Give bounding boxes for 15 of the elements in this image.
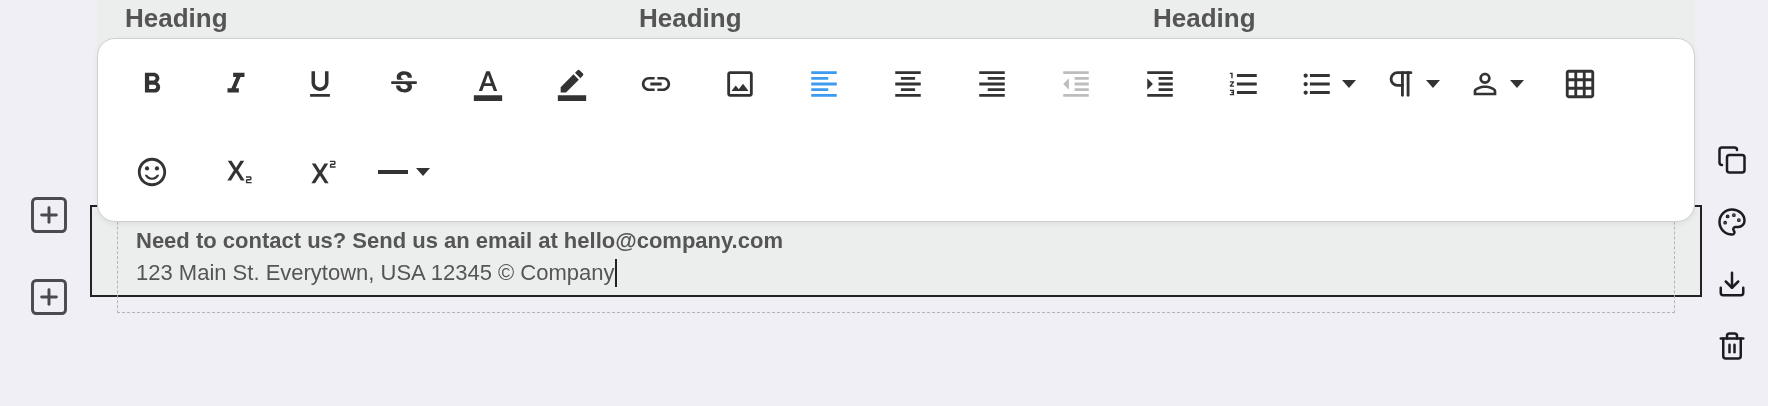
duplicate-button[interactable] — [1716, 145, 1747, 175]
heading: Heading — [1153, 3, 1256, 33]
highlighter-icon — [555, 67, 589, 101]
palette-button[interactable] — [1716, 207, 1747, 237]
text-cursor — [615, 259, 617, 287]
caret-icon — [1342, 80, 1356, 88]
table-icon — [1563, 67, 1597, 101]
contact-text: Need to contact us? Send us an email at hello@company.com — [136, 227, 784, 255]
caret-icon — [416, 168, 430, 176]
smiley-icon — [135, 155, 169, 189]
heading: Heading — [125, 3, 228, 33]
caret-icon — [1510, 80, 1524, 88]
caret-icon — [1426, 80, 1440, 88]
address-text: 123 Main St. Everytown, USA 12345 © Company — [136, 259, 615, 287]
heading: Heading — [639, 3, 742, 33]
